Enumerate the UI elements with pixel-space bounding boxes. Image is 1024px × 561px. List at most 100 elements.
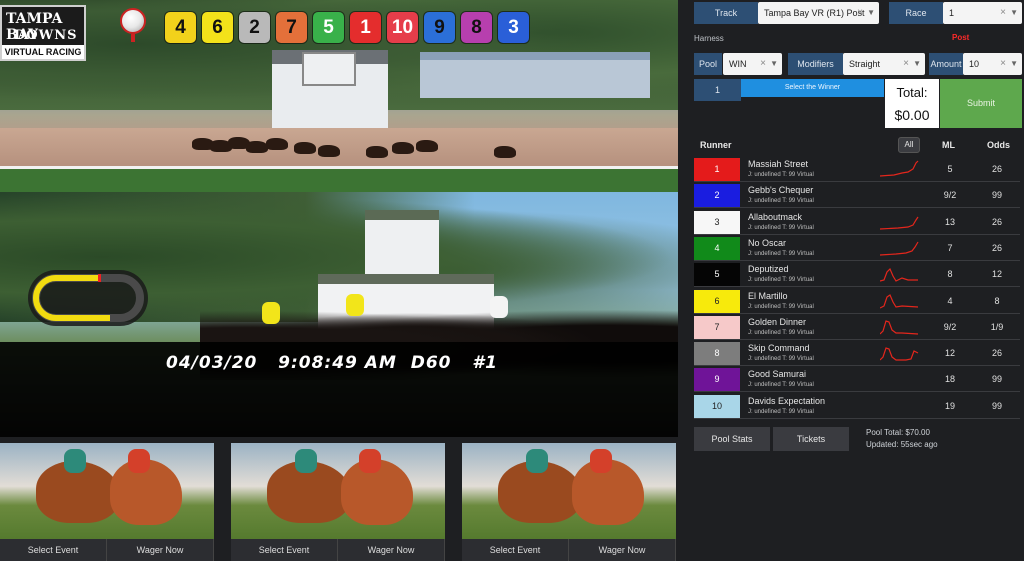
runner-number[interactable]: 4: [694, 236, 740, 260]
event-thumbnail[interactable]: Select Event Wager Now: [0, 443, 214, 561]
runner-row[interactable]: 2 Gebb's Chequer J: undefined T: 99 Virtua…: [694, 183, 1020, 209]
odds-trend-sparkline: [880, 347, 919, 361]
race-select[interactable]: 1 × ▼: [943, 2, 1022, 24]
position-badge: 10: [387, 12, 418, 43]
odds-trend-sparkline: [880, 268, 918, 282]
position-badge: 5: [313, 12, 344, 43]
runner-row[interactable]: 10 Davids Expectation J: undefined T: 99 V…: [694, 394, 1020, 419]
amount-select[interactable]: 10 × ▼: [963, 53, 1022, 75]
submit-button[interactable]: Submit: [940, 79, 1022, 128]
wager-now-button[interactable]: Wager Now: [107, 539, 214, 561]
runner-details: J: undefined T: 99 Virtual: [748, 172, 814, 178]
runner-number[interactable]: 1: [694, 158, 740, 181]
runner-odds: 12: [991, 269, 1002, 280]
runner-number[interactable]: 7: [694, 315, 740, 339]
sparkline-path: [880, 268, 918, 282]
tickets-button[interactable]: Tickets: [773, 427, 849, 451]
tampa-bay-downs-logo: TAMPA BAY DOWNS VIRTUAL RACING: [0, 5, 86, 61]
runner-details: J: undefined T: 99 Virtual: [748, 408, 814, 415]
runner-row[interactable]: 9 Good Samurai J: undefined T: 99 Virtual 1…: [694, 367, 1020, 393]
runner-number[interactable]: 2: [694, 184, 740, 208]
clear-icon[interactable]: ×: [760, 53, 766, 75]
chevron-down-icon[interactable]: ▼: [1010, 2, 1018, 24]
runner-row[interactable]: 5 Deputized J: undefined T: 99 Virtual 8 12: [694, 262, 1020, 288]
pool-stats-button[interactable]: Pool Stats: [694, 427, 770, 451]
track-select[interactable]: Tampa Bay VR (R1) Post × ▼: [758, 2, 879, 24]
all-button[interactable]: All: [898, 137, 920, 153]
runner-morning-line: 4: [947, 295, 953, 306]
runner-number[interactable]: 9: [694, 368, 740, 392]
event-thumbnail[interactable]: Select Event Wager Now: [462, 443, 676, 561]
position-badge: 8: [461, 12, 492, 43]
wager-panel: Track Tampa Bay VR (R1) Post × ▼ Race 1 × ▼ …: [686, 0, 1024, 561]
wager-now-button[interactable]: Wager Now: [569, 539, 676, 561]
position-badge: 1: [350, 12, 381, 43]
event-thumbnail[interactable]: Select Event Wager Now: [231, 443, 445, 561]
runner-name: Golden Dinner: [748, 316, 807, 327]
chevron-down-icon[interactable]: ▼: [867, 2, 875, 24]
sparkline-path: [880, 216, 919, 230]
select-event-button[interactable]: Select Event: [462, 539, 569, 561]
runner-odds: 26: [991, 348, 1002, 359]
runner-morning-line: 8: [947, 269, 953, 280]
runner-details: J: undefined T: 99 Virtual: [748, 277, 814, 284]
runner-row[interactable]: 6 El Martillo J: undefined T: 99 Virtual 4 8: [694, 289, 1020, 314]
runner-name: Gebb's Chequer: [748, 185, 814, 196]
runner-number[interactable]: 5: [694, 263, 740, 287]
runner-row[interactable]: 3 Allaboutmack J: undefined T: 99 Virtual 1…: [694, 210, 1020, 235]
total-display: Total: $0.00: [885, 79, 939, 128]
runner-details: J: undefined T: 99 Virtual: [748, 382, 814, 389]
chevron-down-icon[interactable]: ▼: [770, 53, 778, 75]
runner-odds: 99: [991, 374, 1002, 385]
runner-odds: 26: [991, 242, 1002, 253]
runner-row[interactable]: 8 Skip Command J: undefined T: 99 Virtual 1…: [694, 341, 1020, 367]
runner-name: Massiah Street: [748, 159, 809, 169]
runner-row[interactable]: 1 Massiah Street J: undefined T: 99 Virtua…: [694, 157, 1020, 182]
sparkline-path: [880, 241, 919, 256]
amount-label: Amount: [929, 53, 963, 75]
select-event-button[interactable]: Select Event: [231, 539, 338, 561]
sparkline-path: [880, 293, 919, 309]
event-thumbnail-image: [462, 443, 676, 539]
runner-number[interactable]: 6: [694, 289, 740, 313]
runner-morning-line: 9/2: [943, 190, 957, 201]
pool-select[interactable]: WIN × ▼: [723, 53, 782, 75]
odds-trend-sparkline: [880, 320, 919, 335]
position-badge: 7: [276, 12, 307, 43]
chevron-down-icon[interactable]: ▼: [1010, 53, 1018, 75]
runner-details: J: undefined T: 99 Virtual: [748, 198, 814, 205]
clear-icon[interactable]: ×: [1000, 2, 1006, 24]
clear-icon[interactable]: ×: [903, 53, 909, 75]
runner-row[interactable]: 7 Golden Dinner J: undefined T: 99 Virtual…: [694, 315, 1020, 340]
runner-name: Allaboutmack: [748, 211, 803, 222]
race-timestamp: 04/03/20 9:08:49 AM D60 #1: [166, 353, 498, 373]
col-runner: Runner: [700, 140, 732, 150]
runner-number[interactable]: 8: [694, 342, 740, 366]
chevron-down-icon[interactable]: ▼: [913, 53, 921, 75]
runner-number[interactable]: 10: [694, 394, 740, 418]
sparkline-path: [880, 320, 919, 335]
modifiers-select[interactable]: Straight × ▼: [843, 53, 925, 75]
runner-name: El Martillo: [748, 290, 788, 301]
runner-odds: 99: [991, 400, 1002, 411]
position-badge: 2: [239, 12, 270, 43]
runner-row[interactable]: 4 No Oscar J: undefined T: 99 Virtual 7 26: [694, 236, 1020, 261]
odds-trend-sparkline: [880, 293, 919, 309]
clear-icon[interactable]: ×: [857, 2, 863, 24]
position-badge: 6: [202, 12, 233, 43]
post-status: Post: [952, 33, 970, 42]
wager-now-button[interactable]: Wager Now: [338, 539, 445, 561]
odds-trend-sparkline: [880, 160, 919, 177]
runner-number[interactable]: 3: [694, 210, 740, 234]
runner-odds: 8: [994, 295, 1000, 306]
runner-odds: 26: [991, 164, 1002, 174]
race-video: 04/03/20 9:08:49 AM D60 #1 TAMPA BAY DOW…: [0, 0, 678, 437]
runner-morning-line: 7: [947, 242, 953, 253]
runner-details: J: undefined T: 99 Virtual: [748, 250, 814, 257]
runner-morning-line: 12: [944, 348, 955, 359]
runner-odds: 99: [991, 190, 1002, 201]
select-event-button[interactable]: Select Event: [0, 539, 107, 561]
clear-icon[interactable]: ×: [1000, 53, 1006, 75]
select-winner-bar[interactable]: Select the Winner: [741, 79, 884, 97]
col-ml: ML: [942, 140, 955, 150]
